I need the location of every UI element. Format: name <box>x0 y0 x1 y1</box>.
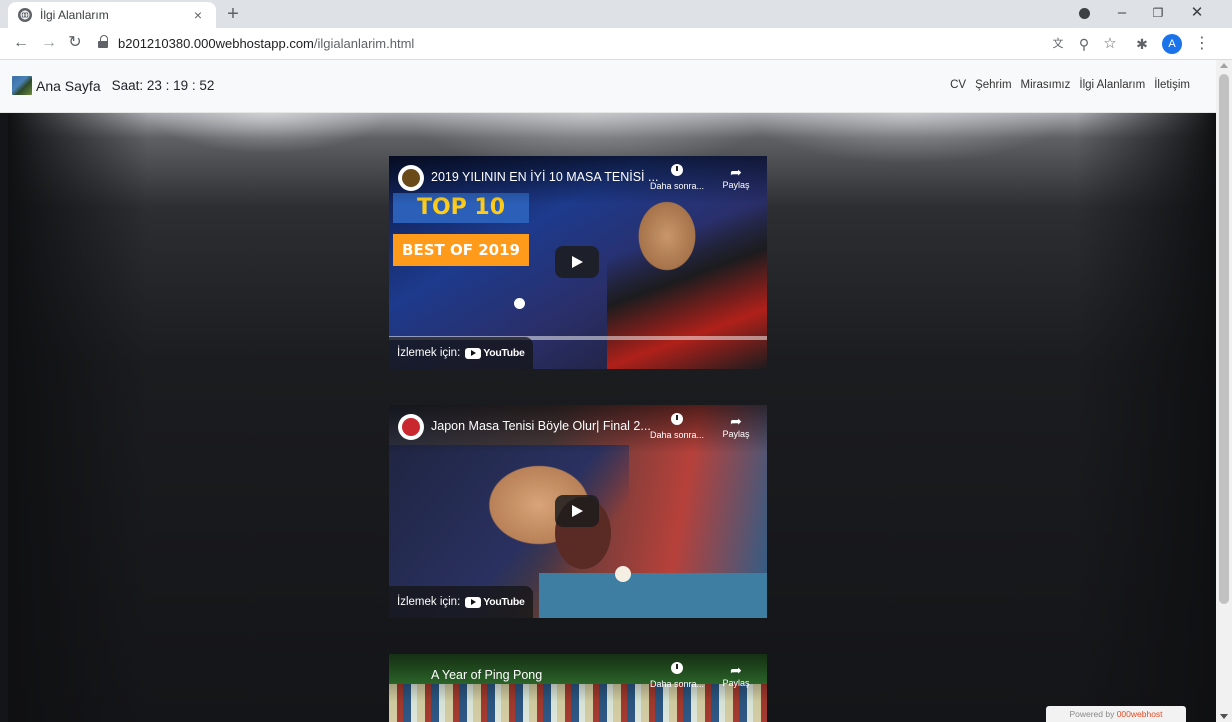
watch-on-label: İzlemek için: <box>397 596 461 608</box>
menu-item-ilgi-alanlarim[interactable]: İlgi Alanlarım <box>1079 79 1145 91</box>
translate-icon[interactable]: 文 <box>1048 34 1068 54</box>
thumbnail-table <box>539 573 767 618</box>
browser-toolbar: ← → ↻ b201210380.000webhostapp.com/ilgia… <box>0 28 1232 60</box>
thumbnail-player <box>607 186 767 369</box>
globe-icon <box>18 8 32 22</box>
youtube-play-icon <box>465 596 482 608</box>
page-viewport: Ana Sayfa Saat: 23 : 19 : 52 CV Şehrim M… <box>0 60 1216 722</box>
share-button[interactable]: ➦ Paylaş <box>715 413 757 439</box>
browser-tab[interactable]: İlgi Alanlarım × <box>8 2 216 28</box>
lock-icon[interactable] <box>98 35 108 48</box>
minimize-icon[interactable]: – <box>1114 2 1130 24</box>
brand[interactable]: Ana Sayfa Saat: 23 : 19 : 52 <box>12 76 214 95</box>
restore-icon[interactable]: ❐ <box>1150 2 1166 24</box>
menu-item-mirasimiz[interactable]: Mirasımız <box>1021 79 1071 91</box>
tab-title: İlgi Alanlarım <box>40 8 109 22</box>
address-bar[interactable]: b201210380.000webhostapp.com/ilgialanlar… <box>98 31 1048 55</box>
thumbnail-ball <box>615 566 631 582</box>
brand-link[interactable]: Ana Sayfa <box>36 78 101 94</box>
video-title[interactable]: Japon Masa Tenisi Böyle Olur| Final 2... <box>431 419 651 433</box>
share-icon: ➦ <box>730 164 742 180</box>
menu-item-cv[interactable]: CV <box>950 79 966 91</box>
new-tab-button[interactable]: + <box>222 3 244 25</box>
share-button[interactable]: ➦ Paylaş <box>715 164 757 190</box>
watch-on-youtube[interactable]: İzlemek için: YouTube <box>389 337 533 369</box>
site-menu: CV Şehrim Mirasımız İlgi Alanlarım İleti… <box>950 79 1190 91</box>
video-embed-1[interactable]: TOP 10 BEST OF 2019 2019 YILININ EN İYİ … <box>389 156 767 369</box>
youtube-logo: YouTube <box>465 347 525 359</box>
url-path: /ilgialanlarim.html <box>313 35 415 51</box>
tab-close-icon[interactable]: × <box>190 7 206 23</box>
menu-item-sehrim[interactable]: Şehrim <box>975 79 1011 91</box>
site-navbar: Ana Sayfa Saat: 23 : 19 : 52 CV Şehrim M… <box>0 60 1216 113</box>
scroll-up-icon[interactable] <box>1220 63 1228 68</box>
watch-later-button[interactable]: Daha sonra... <box>647 164 707 191</box>
play-button[interactable] <box>555 246 599 278</box>
menu-icon[interactable]: ⋮ <box>1192 34 1212 54</box>
brand-logo <box>12 76 32 95</box>
channel-avatar[interactable] <box>398 165 424 191</box>
menu-item-iletisim[interactable]: İletişim <box>1154 79 1190 91</box>
scroll-down-icon[interactable] <box>1220 714 1228 719</box>
video-title[interactable]: 2019 YILININ EN İYİ 10 MASA TENİSİ ... <box>431 170 658 184</box>
share-icon: ➦ <box>730 662 742 678</box>
watch-on-label: İzlemek için: <box>397 347 461 359</box>
window-close-icon[interactable]: ✕ <box>1188 2 1206 24</box>
clock-icon <box>671 164 683 176</box>
channel-avatar[interactable] <box>398 414 424 440</box>
powered-by-badge[interactable]: Powered by 000webhost <box>1046 706 1186 722</box>
browser-tab-strip: İlgi Alanlarım × + – ❐ ✕ <box>0 0 1232 28</box>
clock-icon <box>671 662 683 674</box>
forward-arrow-icon[interactable]: → <box>38 32 60 54</box>
youtube-logo: YouTube <box>465 596 525 608</box>
record-icon[interactable] <box>1076 2 1092 24</box>
thumbnail-ball <box>514 298 525 309</box>
play-button[interactable] <box>555 495 599 527</box>
thumbnail-best-badge: BEST OF 2019 <box>393 234 529 266</box>
watch-later-button[interactable]: Daha sonra... <box>647 662 707 689</box>
youtube-play-icon <box>465 347 482 359</box>
video-embed-2[interactable]: Japon Masa Tenisi Böyle Olur| Final 2...… <box>389 405 767 618</box>
scrollbar-thumb[interactable] <box>1219 74 1229 604</box>
share-button[interactable]: ➦ Paylaş <box>715 662 757 688</box>
back-arrow-icon[interactable]: ← <box>10 32 32 54</box>
video-title[interactable]: A Year of Ping Pong <box>431 668 542 682</box>
page-scrollbar[interactable] <box>1216 60 1232 722</box>
video-embed-3[interactable]: A Year of Ping Pong Daha sonra... ➦ Payl… <box>389 654 767 722</box>
watch-on-youtube[interactable]: İzlemek için: YouTube <box>389 586 533 618</box>
share-icon: ➦ <box>730 413 742 429</box>
watch-later-button[interactable]: Daha sonra... <box>647 413 707 440</box>
clock-text: Saat: 23 : 19 : 52 <box>111 78 215 93</box>
clock-icon <box>671 413 683 425</box>
profile-avatar[interactable]: A <box>1162 34 1182 54</box>
url-host: b201210380.000webhostapp.com <box>118 35 314 51</box>
extensions-icon[interactable]: ✱ <box>1132 34 1152 54</box>
star-icon[interactable]: ☆ <box>1100 34 1120 54</box>
reload-icon[interactable]: ↻ <box>64 32 86 54</box>
zoom-icon[interactable]: ⚲ <box>1074 34 1094 54</box>
